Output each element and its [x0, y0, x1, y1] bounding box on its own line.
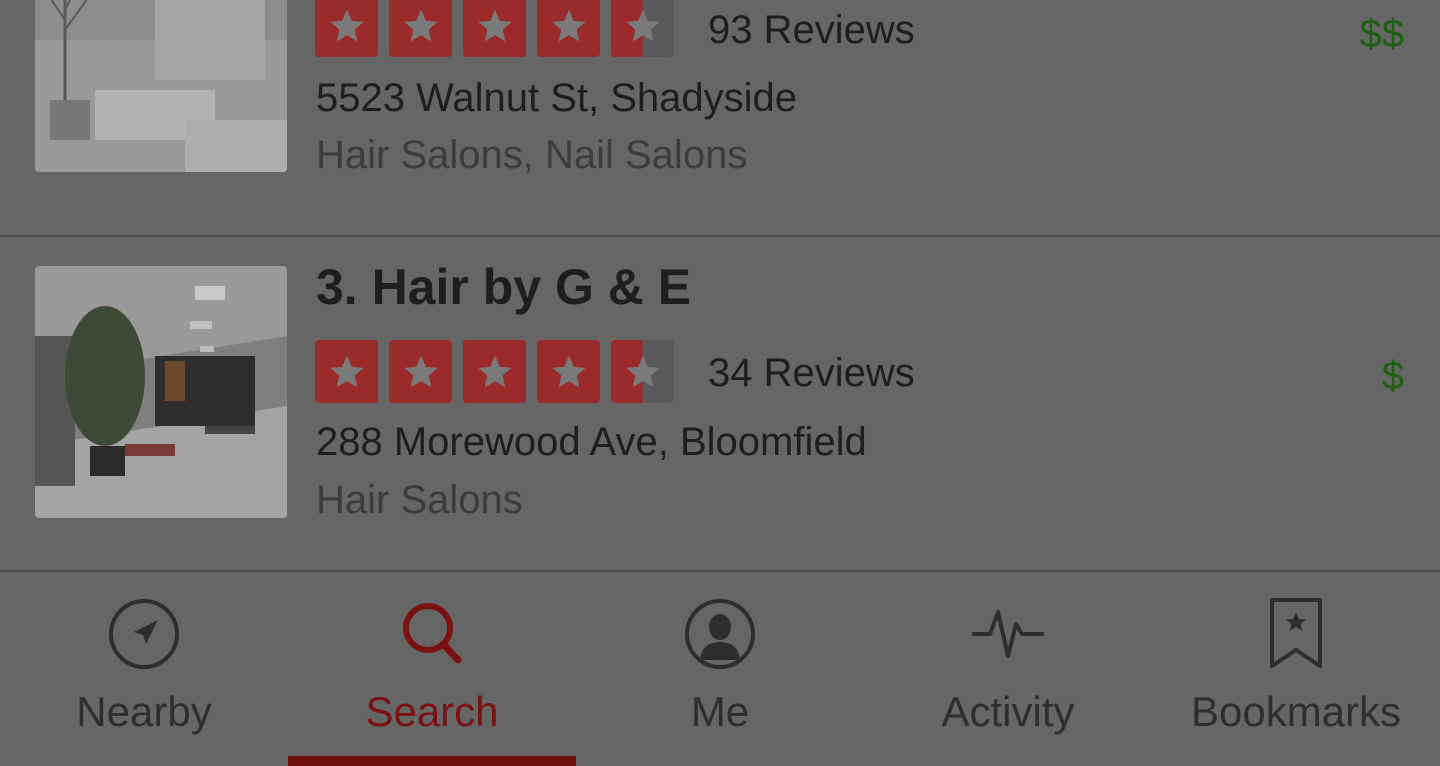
star-icon [315, 0, 378, 57]
search-icon [403, 603, 462, 664]
half-star-icon [611, 340, 674, 403]
business-photo[interactable] [35, 266, 287, 518]
business-address: 5523 Walnut St, Shadyside [316, 76, 798, 120]
tab-label: Search [365, 688, 499, 735]
profile-icon [685, 599, 755, 669]
business-categories: Hair Salons [316, 478, 523, 522]
business-photo[interactable] [35, 0, 287, 172]
search-results-screen: 93 Reviews $$ 5523 Walnut St, Shadyside … [0, 0, 1440, 766]
star-icon [537, 0, 600, 57]
review-count: 34 Reviews [708, 351, 915, 395]
star-rating [315, 0, 674, 57]
tab-label: Nearby [76, 688, 212, 735]
tab-bookmarks[interactable]: Bookmarks [1152, 572, 1440, 766]
star-icon [315, 340, 378, 403]
tab-label: Me [690, 688, 750, 735]
list-divider [0, 235, 1440, 237]
bookmark-icon [1270, 598, 1322, 668]
tab-search[interactable]: Search [288, 572, 576, 766]
business-listing[interactable]: 3. Hair by G & E 34 Reviews $ 288 Morewo… [0, 238, 1440, 571]
star-icon [463, 340, 526, 403]
price-level: $$ [1359, 12, 1405, 56]
star-rating [315, 340, 674, 403]
tab-label: Bookmarks [1190, 688, 1402, 735]
business-address: 288 Morewood Ave, Bloomfield [316, 420, 867, 464]
bottom-tab-bar: Nearby Search Me Activity Bookmarks [0, 572, 1440, 766]
business-listing[interactable]: 93 Reviews $$ 5523 Walnut St, Shadyside … [0, 0, 1440, 236]
compass-icon [109, 599, 179, 669]
star-icon [389, 340, 452, 403]
tab-nearby[interactable]: Nearby [0, 572, 288, 766]
star-icon [389, 0, 452, 57]
business-categories: Hair Salons, Nail Salons [316, 133, 748, 177]
half-star-icon [611, 0, 674, 57]
star-icon [537, 340, 600, 403]
active-tab-indicator [288, 756, 576, 766]
business-name[interactable]: 3. Hair by G & E [316, 258, 691, 316]
tab-me[interactable]: Me [576, 572, 864, 766]
price-level: $ [1381, 354, 1404, 398]
tab-label: Activity [941, 688, 1075, 735]
activity-icon [972, 610, 1044, 658]
star-icon [463, 0, 526, 57]
tab-activity[interactable]: Activity [864, 572, 1152, 766]
review-count: 93 Reviews [708, 8, 915, 52]
